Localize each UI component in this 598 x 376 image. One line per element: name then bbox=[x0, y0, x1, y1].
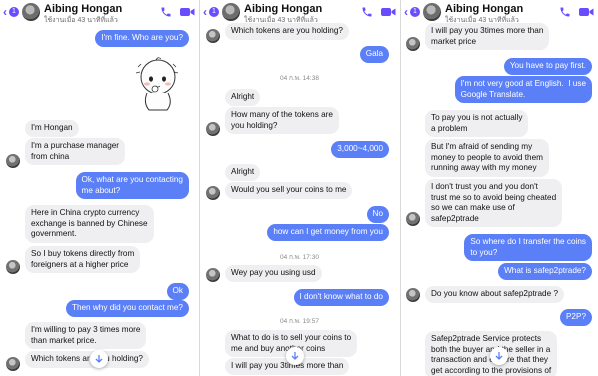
scroll-to-bottom-button[interactable] bbox=[286, 347, 304, 365]
incoming-message[interactable]: Here in China crypto currency exchange i… bbox=[25, 205, 154, 243]
timestamp: 04 ก.พ. 19:57 bbox=[280, 318, 319, 325]
incoming-message[interactable]: Wey pay you using usd bbox=[225, 265, 322, 282]
outgoing-message[interactable]: Gala bbox=[359, 46, 389, 63]
video-call-icon[interactable] bbox=[381, 7, 396, 17]
phone-icon[interactable] bbox=[361, 6, 373, 18]
outgoing-message[interactable]: You have to pay first. bbox=[503, 58, 592, 75]
phone-icon[interactable] bbox=[160, 6, 172, 18]
contact-status: ใช้งานเมื่อ 43 นาทีที่แล้ว bbox=[44, 17, 118, 24]
contact-avatar-small[interactable] bbox=[6, 154, 20, 168]
contact-avatar-small[interactable] bbox=[406, 37, 420, 51]
incoming-message[interactable]: To pay you is not actually a problem bbox=[425, 110, 529, 137]
contact-name[interactable]: Aibing Hongan bbox=[44, 3, 122, 15]
chat-panel-1: ‹ 1 Aibing Hongan ใช้งานเมื่อ 43 นาทีที่… bbox=[0, 0, 199, 376]
phone-icon[interactable] bbox=[559, 6, 571, 18]
incoming-message[interactable]: I'm Hongan bbox=[25, 120, 79, 137]
contact-avatar-small[interactable] bbox=[206, 29, 220, 43]
outgoing-message[interactable]: What is safep2ptrade? bbox=[498, 263, 592, 280]
outgoing-message[interactable]: Ok bbox=[166, 283, 189, 300]
back-button[interactable]: ‹ 1 bbox=[3, 6, 19, 19]
contact-avatar-small[interactable] bbox=[406, 212, 420, 226]
contact-avatar-small[interactable] bbox=[206, 186, 220, 200]
timestamp: 04 ก.พ. 14:38 bbox=[280, 75, 319, 82]
chat-panel-2: ‹ 1 Aibing Hongan ใช้งานเมื่อ 43 นาทีที่… bbox=[200, 0, 399, 376]
contact-avatar-small[interactable] bbox=[6, 357, 20, 371]
arrow-down-icon bbox=[95, 355, 103, 363]
chat-panel-3: ‹ 1 Aibing Hongan ใช้งานเมื่อ 43 นาทีที่… bbox=[401, 0, 598, 376]
contact-avatar-small[interactable] bbox=[206, 122, 220, 136]
outgoing-message[interactable]: 3,000~4,000 bbox=[331, 141, 389, 158]
incoming-message[interactable]: I'm a purchase manager from china bbox=[25, 138, 126, 165]
incoming-message[interactable]: I don't trust you and you don't trust me… bbox=[425, 179, 563, 227]
back-button[interactable]: ‹ 1 bbox=[404, 6, 420, 19]
incoming-message[interactable]: Which tokens are you holding? bbox=[25, 351, 149, 368]
outgoing-message[interactable]: Then why did you contact me? bbox=[65, 300, 189, 317]
incoming-message[interactable]: I will pay you 3times more than market p… bbox=[425, 23, 550, 50]
outgoing-message[interactable]: Ok, what are you contacting me about? bbox=[75, 172, 189, 199]
contact-avatar-small[interactable] bbox=[406, 288, 420, 302]
scroll-to-bottom-button[interactable] bbox=[90, 350, 108, 368]
chevron-left-icon: ‹ bbox=[404, 5, 408, 19]
arrow-down-icon bbox=[495, 352, 503, 360]
incoming-message[interactable]: But I'm afraid of sending my money to pe… bbox=[425, 139, 549, 177]
back-button[interactable]: ‹ 1 bbox=[203, 6, 219, 19]
incoming-message[interactable]: I'm willing to pay 3 times more than mar… bbox=[25, 322, 147, 349]
unread-count-badge: 1 bbox=[209, 7, 219, 17]
incoming-message[interactable]: So I buy tokens directly from foreigners… bbox=[25, 246, 141, 273]
outgoing-message[interactable]: I'm not very good at English. I use Goog… bbox=[454, 76, 592, 103]
outgoing-message[interactable]: P2P? bbox=[559, 309, 592, 326]
cartoon-baby-sticker[interactable] bbox=[130, 55, 184, 113]
incoming-message[interactable]: Alright bbox=[225, 164, 261, 181]
unread-count-badge: 1 bbox=[9, 7, 19, 17]
chat-header: ‹ 1 Aibing Hongan ใช้งานเมื่อ 43 นาทีที่… bbox=[0, 0, 199, 26]
chevron-left-icon: ‹ bbox=[3, 5, 7, 19]
timestamp: 04 ก.พ. 17:30 bbox=[280, 254, 319, 261]
outgoing-message[interactable]: So where do I transfer the coins to you? bbox=[464, 234, 592, 261]
incoming-message[interactable]: Alright bbox=[225, 89, 261, 106]
arrow-down-icon bbox=[291, 352, 299, 360]
incoming-message[interactable]: Do you know about safep2ptrade ? bbox=[425, 286, 564, 303]
video-call-icon[interactable] bbox=[180, 7, 195, 17]
scroll-to-bottom-button[interactable] bbox=[490, 347, 508, 365]
contact-name[interactable]: Aibing Hongan bbox=[445, 3, 523, 15]
contact-avatar[interactable] bbox=[423, 3, 441, 21]
outgoing-message[interactable]: how can I get money from you bbox=[267, 224, 389, 241]
outgoing-message[interactable]: I don't know what to do bbox=[293, 289, 389, 306]
unread-count-badge: 1 bbox=[410, 7, 420, 17]
contact-avatar-small[interactable] bbox=[6, 260, 20, 274]
incoming-message[interactable]: Would you sell your coins to me bbox=[225, 182, 353, 199]
outgoing-message[interactable]: No bbox=[366, 206, 389, 223]
contact-avatar[interactable] bbox=[22, 3, 40, 21]
incoming-message[interactable]: Which tokens are you holding? bbox=[225, 23, 349, 40]
contact-name[interactable]: Aibing Hongan bbox=[244, 3, 322, 15]
contact-avatar-small[interactable] bbox=[206, 268, 220, 282]
outgoing-message[interactable]: I'm fine. Who are you? bbox=[95, 30, 189, 47]
incoming-message[interactable]: How many of the tokens are you holding? bbox=[225, 107, 339, 134]
chevron-left-icon: ‹ bbox=[203, 5, 207, 19]
contact-avatar[interactable] bbox=[222, 3, 240, 21]
video-call-icon[interactable] bbox=[579, 7, 594, 17]
